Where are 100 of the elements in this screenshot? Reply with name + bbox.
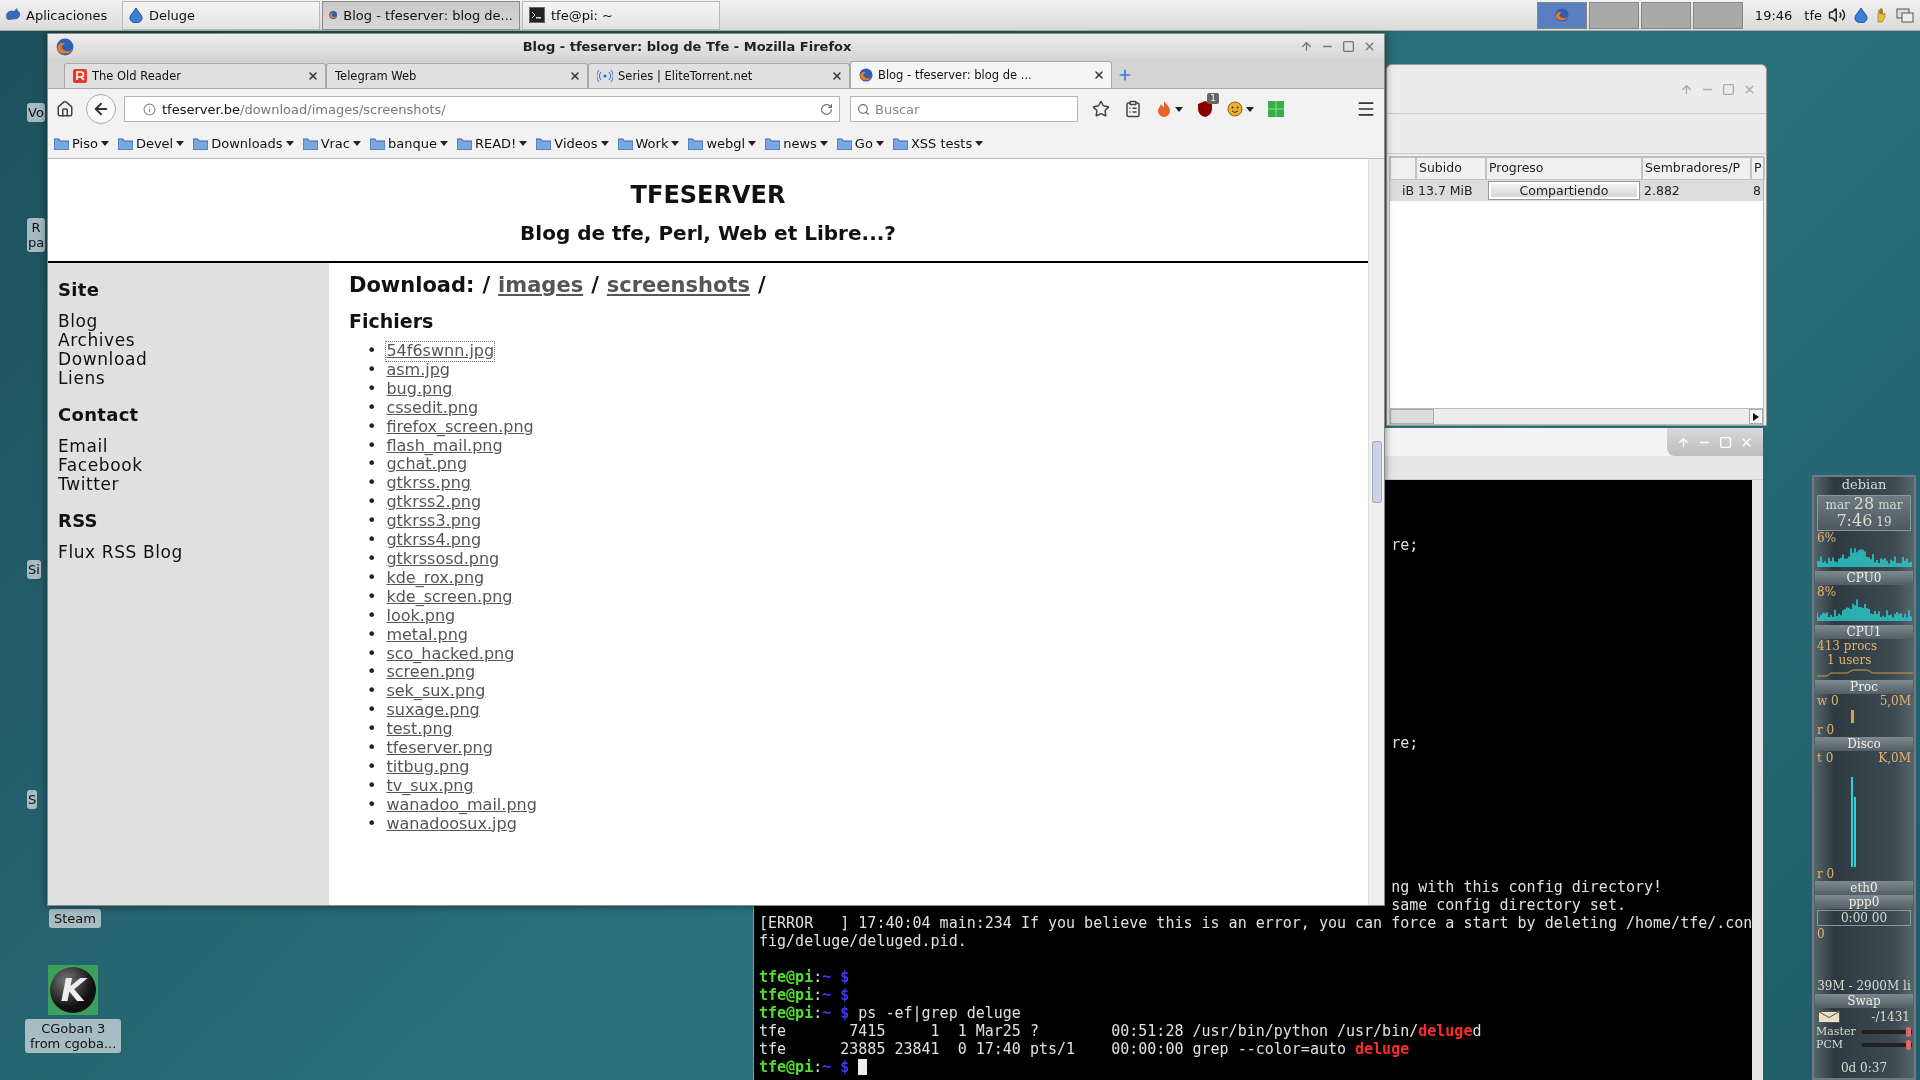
slider-thumb[interactable] bbox=[1905, 1026, 1911, 1037]
file-link[interactable]: suxage.png bbox=[386, 701, 480, 721]
file-link[interactable]: bug.png bbox=[386, 379, 453, 399]
new-tab-icon[interactable] bbox=[1117, 67, 1133, 83]
file-link[interactable]: kde_rox.png bbox=[386, 568, 485, 588]
file-link[interactable]: gtkrss3.png bbox=[386, 512, 482, 532]
bookmark-folder[interactable]: news bbox=[765, 136, 828, 151]
desktop-icon-label[interactable]: CGoban 3 from cgoba... bbox=[25, 1019, 122, 1053]
sidebar-link[interactable]: Blog bbox=[58, 312, 319, 331]
column-header[interactable]: Progreso bbox=[1486, 157, 1642, 180]
file-link[interactable]: tfeserver.png bbox=[386, 739, 493, 758]
taskbar-button[interactable]: tfe@pi: ~ bbox=[522, 0, 720, 30]
file-link[interactable]: screen.png bbox=[386, 663, 476, 683]
maximize-icon[interactable] bbox=[1342, 40, 1355, 53]
torrent-row[interactable]: iB 13.7 MiB Compartiendo 2.882 8 bbox=[1390, 180, 1763, 201]
file-link[interactable]: gchat.png bbox=[386, 455, 468, 475]
file-link[interactable]: metal.png bbox=[386, 625, 468, 645]
info-icon[interactable] bbox=[143, 102, 156, 116]
sidebar-link[interactable]: Liens bbox=[58, 369, 319, 388]
desktop-icon-label[interactable]: S bbox=[27, 790, 38, 809]
file-link[interactable]: sek_sux.png bbox=[386, 682, 486, 702]
sidebar-link[interactable]: Email bbox=[58, 437, 319, 456]
column-header[interactable]: Subido bbox=[1416, 157, 1486, 180]
sidebar-link[interactable]: Download bbox=[58, 350, 319, 369]
file-link[interactable]: sco_hacked.png bbox=[386, 644, 515, 664]
file-link[interactable]: gtkrssosd.png bbox=[386, 549, 500, 569]
file-link[interactable]: wanadoosux.jpg bbox=[386, 814, 517, 834]
reading-list-icon[interactable] bbox=[1124, 100, 1142, 118]
close-icon[interactable] bbox=[831, 70, 843, 82]
file-link[interactable]: gtkrss4.png bbox=[386, 531, 482, 550]
file-link[interactable]: titbug.png bbox=[386, 757, 470, 777]
menu-icon[interactable] bbox=[1356, 99, 1376, 119]
volume-icon[interactable] bbox=[1828, 6, 1846, 24]
browser-tab[interactable]: Series | EliteTorrent.net bbox=[588, 63, 850, 88]
volume-slider[interactable] bbox=[1862, 1042, 1912, 1047]
network-icon[interactable] bbox=[1896, 6, 1914, 24]
file-link[interactable]: firefox_screen.png bbox=[386, 417, 534, 437]
browser-tab[interactable]: Blog - tfeserver: blog de ... bbox=[850, 61, 1112, 88]
bookmark-folder[interactable]: webgl bbox=[688, 136, 757, 151]
sidebar-link[interactable]: Twitter bbox=[58, 475, 319, 494]
bookmark-folder[interactable]: XSS tests bbox=[892, 136, 984, 151]
bookmark-folder[interactable]: Piso bbox=[54, 136, 109, 151]
file-link[interactable]: 54f6swnn.jpg bbox=[386, 342, 495, 361]
scrollbar-thumb[interactable] bbox=[1390, 409, 1434, 424]
workspace-button[interactable] bbox=[1588, 1, 1639, 29]
vertical-scrollbar[interactable] bbox=[1752, 480, 1763, 1080]
desktop-icon-label[interactable]: Steam bbox=[49, 909, 101, 928]
sidebar-link[interactable]: Facebook bbox=[58, 456, 319, 475]
horizontal-scrollbar[interactable] bbox=[1390, 408, 1763, 424]
bookmark-star-icon[interactable] bbox=[1092, 100, 1110, 118]
browser-tab[interactable]: Telegram Web bbox=[326, 63, 588, 88]
sidebar-link[interactable]: Archives bbox=[58, 331, 319, 350]
file-link[interactable]: kde_screen.png bbox=[386, 587, 513, 607]
file-link[interactable]: gtkrss2.png bbox=[386, 493, 482, 513]
bookmark-folder[interactable]: Vrac bbox=[302, 136, 361, 151]
bookmark-folder[interactable]: Devel bbox=[117, 136, 185, 151]
file-link[interactable]: look.png bbox=[386, 606, 456, 626]
workspace-button[interactable] bbox=[1536, 1, 1587, 29]
file-link[interactable]: tv_sux.png bbox=[386, 776, 474, 796]
bookmark-folder[interactable]: Work bbox=[617, 136, 680, 151]
shield-icon[interactable] bbox=[1197, 100, 1213, 118]
bookmark-folder[interactable]: Downloads bbox=[193, 136, 294, 151]
file-link[interactable]: asm.jpg bbox=[386, 360, 450, 380]
workspace-button[interactable] bbox=[1640, 1, 1691, 29]
scrollbar-thumb[interactable] bbox=[1371, 441, 1382, 503]
file-link[interactable]: test.png bbox=[386, 720, 453, 740]
column-header[interactable]: P bbox=[1751, 157, 1765, 180]
search-field[interactable]: Buscar bbox=[850, 96, 1078, 122]
desktop-icon-label[interactable]: Si bbox=[27, 560, 41, 579]
app-logo-icon[interactable]: K bbox=[48, 965, 99, 1015]
applications-menu[interactable]: Aplicaciones bbox=[0, 0, 120, 30]
right-arrow-icon[interactable] bbox=[1753, 412, 1759, 421]
url-field[interactable]: tfeserver.be/download/images/screenshots/ bbox=[124, 96, 840, 122]
raise-icon[interactable] bbox=[1680, 82, 1693, 96]
browser-tab[interactable]: The Old Reader bbox=[64, 63, 326, 88]
file-link[interactable]: wanadoo_mail.png bbox=[386, 795, 537, 815]
taskbar-button[interactable]: Deluge bbox=[122, 0, 320, 30]
volume-slider[interactable] bbox=[1862, 1029, 1912, 1034]
close-icon[interactable] bbox=[307, 70, 319, 82]
desktop-icon-label[interactable]: Vo bbox=[27, 103, 45, 122]
home-icon[interactable] bbox=[56, 100, 74, 118]
raise-icon[interactable] bbox=[1300, 40, 1313, 53]
breadcrumb-link[interactable]: screenshots bbox=[606, 273, 750, 297]
reload-icon[interactable] bbox=[820, 102, 833, 116]
file-link[interactable]: flash_mail.png bbox=[386, 436, 503, 456]
maximize-icon[interactable] bbox=[1722, 82, 1735, 96]
slider-thumb[interactable] bbox=[1905, 1039, 1911, 1050]
desktop-icon-label[interactable]: R pa bbox=[27, 218, 46, 252]
vertical-scrollbar[interactable] bbox=[1368, 159, 1384, 905]
file-link[interactable]: cssedit.png bbox=[386, 398, 479, 418]
bookmark-folder[interactable]: banque bbox=[370, 136, 448, 151]
back-button[interactable] bbox=[86, 94, 116, 124]
bookmark-folder[interactable]: Videos bbox=[536, 136, 609, 151]
column-header[interactable]: Sembradores/P bbox=[1642, 157, 1751, 180]
flame-icon[interactable] bbox=[1156, 100, 1172, 118]
file-link[interactable]: gtkrss.png bbox=[386, 474, 471, 494]
workspace-button[interactable] bbox=[1692, 1, 1743, 29]
bookmark-folder[interactable]: Go bbox=[836, 136, 884, 151]
close-icon[interactable] bbox=[569, 70, 581, 82]
sidebar-link[interactable]: Flux RSS Blog bbox=[58, 543, 319, 562]
